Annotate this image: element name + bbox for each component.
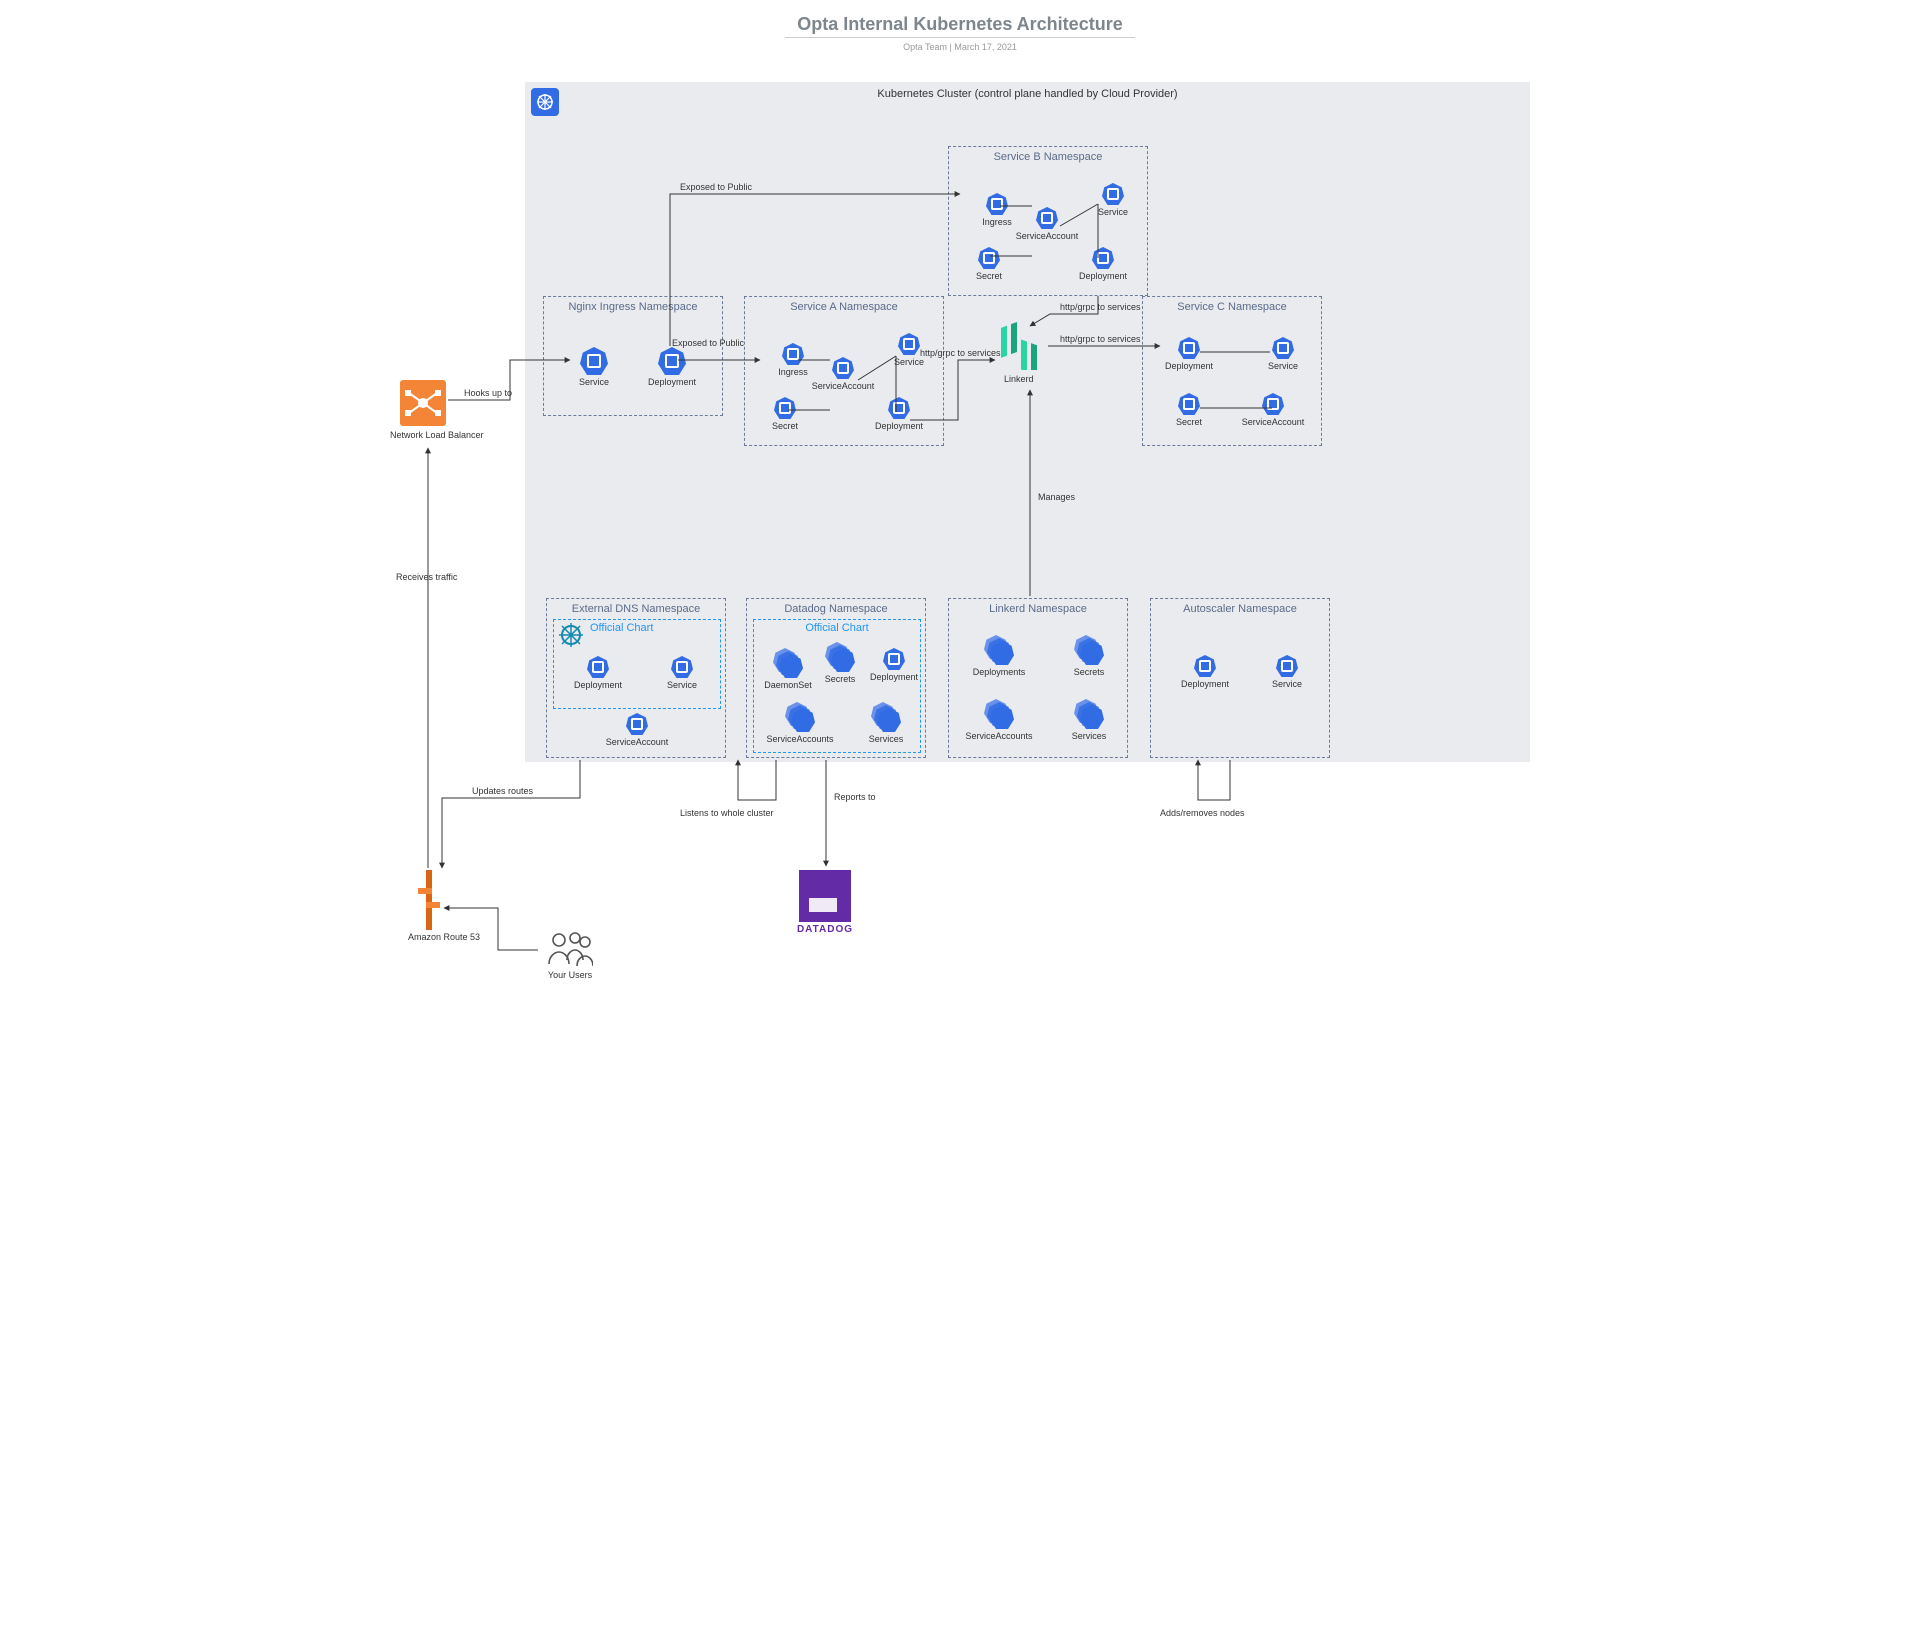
page-title: Opta Internal Kubernetes Architecture [785, 0, 1135, 38]
linkerd-svcaccts: ServiceAccounts [959, 699, 1039, 741]
aws-nlb-icon [400, 380, 446, 426]
ns-service-b: Service B Namespace Ingress ServiceAccou… [948, 146, 1148, 296]
linkerd-label: Linkerd [1004, 374, 1034, 384]
datadog-icon: DATADOG [790, 870, 860, 950]
svg-text:Updates routes: Updates routes [472, 786, 534, 796]
ns-autoscaler: Autoscaler Namespace Deployment Service [1150, 598, 1330, 758]
ns-datadog: Datadog Namespace Official Chart DaemonS… [746, 598, 926, 758]
datadog-label: DATADOG [790, 924, 860, 935]
svc-b-secret: Secret [949, 247, 1029, 281]
nginx-service: Service [554, 347, 634, 387]
ns-c-title: Service C Namespace [1143, 301, 1321, 313]
route53-icon [418, 870, 440, 930]
svc-a-service: Service [869, 333, 949, 367]
linkerd-services: Services [1049, 699, 1129, 741]
helm-icon [558, 622, 584, 648]
svc-c-svcacct: ServiceAccount [1233, 393, 1313, 427]
datadog-services: Services [846, 702, 926, 744]
diagram-canvas: Opta Internal Kubernetes Architecture Op… [360, 0, 1560, 1050]
svg-text:Receives traffic: Receives traffic [396, 572, 458, 582]
ns-service-a: Service A Namespace Ingress ServiceAccou… [744, 296, 944, 446]
nginx-deployment: Deployment [632, 347, 712, 387]
svg-text:Hooks up to: Hooks up to [464, 388, 512, 398]
page-subtitle: Opta Team | March 17, 2021 [360, 42, 1560, 52]
svc-c-secret: Secret [1149, 393, 1229, 427]
svc-b-deployment: Deployment [1063, 247, 1143, 281]
users-label: Your Users [540, 970, 600, 980]
svc-c-deployment: Deployment [1149, 337, 1229, 371]
datadog-chart-title: Official Chart [754, 622, 920, 634]
ns-linkerd-title: Linkerd Namespace [949, 603, 1127, 615]
datadog-chart: Official Chart DaemonSet Secrets Deploym… [753, 619, 921, 753]
ns-a-title: Service A Namespace [745, 301, 943, 313]
svc-b-service: Service [1073, 183, 1153, 217]
datadog-deployment: Deployment [854, 648, 934, 682]
nlb-label: Network Load Balancer [390, 430, 460, 440]
ns-datadog-title: Datadog Namespace [747, 603, 925, 615]
svg-text:Adds/removes nodes: Adds/removes nodes [1160, 808, 1245, 818]
svc-a-secret: Secret [745, 397, 825, 431]
extdns-chart: Official Chart Deployment Service [553, 619, 721, 709]
ns-nginx-title: Nginx Ingress Namespace [544, 301, 722, 313]
linkerd-secrets: Secrets [1049, 635, 1129, 677]
datadog-svcaccts: ServiceAccounts [760, 702, 840, 744]
ns-externaldns: External DNS Namespace Official Chart De… [546, 598, 726, 758]
cluster-title: Kubernetes Cluster (control plane handle… [525, 88, 1530, 100]
svg-text:Reports to: Reports to [834, 792, 876, 802]
linkerd-deployments: Deployments [959, 635, 1039, 677]
svc-c-service: Service [1243, 337, 1323, 371]
auto-deployment: Deployment [1165, 655, 1245, 689]
ns-auto-title: Autoscaler Namespace [1151, 603, 1329, 615]
extdns-svcacct: ServiceAccount [597, 713, 677, 747]
ns-extdns-title: External DNS Namespace [547, 603, 725, 615]
ns-nginx: Nginx Ingress Namespace Service Deployme… [543, 296, 723, 416]
ns-service-c: Service C Namespace Deployment Service S… [1142, 296, 1322, 446]
linkerd-icon [995, 320, 1045, 370]
extdns-chart-title: Official Chart [590, 622, 653, 634]
ns-b-title: Service B Namespace [949, 151, 1147, 163]
extdns-service: Service [642, 656, 722, 690]
ns-linkerd: Linkerd Namespace Deployments Secrets Se… [948, 598, 1128, 758]
svg-text:Listens to whole cluster: Listens to whole cluster [680, 808, 774, 818]
svc-a-deployment: Deployment [859, 397, 939, 431]
extdns-deployment: Deployment [558, 656, 638, 690]
r53-label: Amazon Route 53 [408, 932, 458, 942]
users-icon: Your Users [540, 930, 600, 980]
auto-service: Service [1247, 655, 1327, 689]
